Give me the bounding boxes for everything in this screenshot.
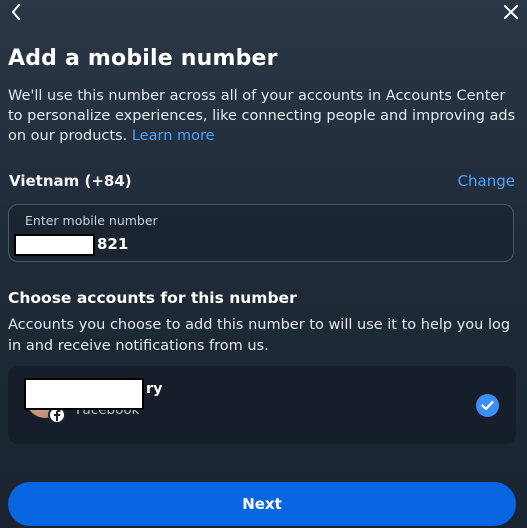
close-icon [504, 5, 518, 19]
top-bar [0, 0, 527, 26]
page-description: We'll use this number across all of your… [8, 86, 518, 146]
chevron-left-icon [12, 4, 20, 20]
redaction-box [14, 234, 95, 256]
next-button[interactable]: Next [8, 482, 516, 526]
mobile-number-field[interactable]: Enter mobile number 821 [8, 204, 514, 262]
accounts-section-title: Choose accounts for this number [8, 289, 297, 307]
page-title: Add a mobile number [8, 46, 278, 71]
redaction-box [24, 378, 144, 410]
description-text: We'll use this number across all of your… [8, 88, 516, 144]
checkmark-icon [481, 400, 494, 411]
mobile-number-value: 821 [97, 235, 129, 253]
back-button[interactable] [4, 0, 28, 24]
learn-more-link[interactable]: Learn more [132, 128, 215, 144]
accounts-section-description: Accounts you choose to add this number t… [8, 317, 511, 354]
mobile-number-field-label: Enter mobile number [25, 213, 158, 228]
change-country-link[interactable]: Change [458, 172, 515, 190]
account-selected-checkbox[interactable] [476, 394, 499, 417]
country-code-label: Vietnam (+84) [9, 172, 132, 190]
account-item[interactable]: Facebook ry [8, 366, 516, 444]
account-name: ry [146, 381, 163, 397]
close-button[interactable] [499, 0, 523, 24]
